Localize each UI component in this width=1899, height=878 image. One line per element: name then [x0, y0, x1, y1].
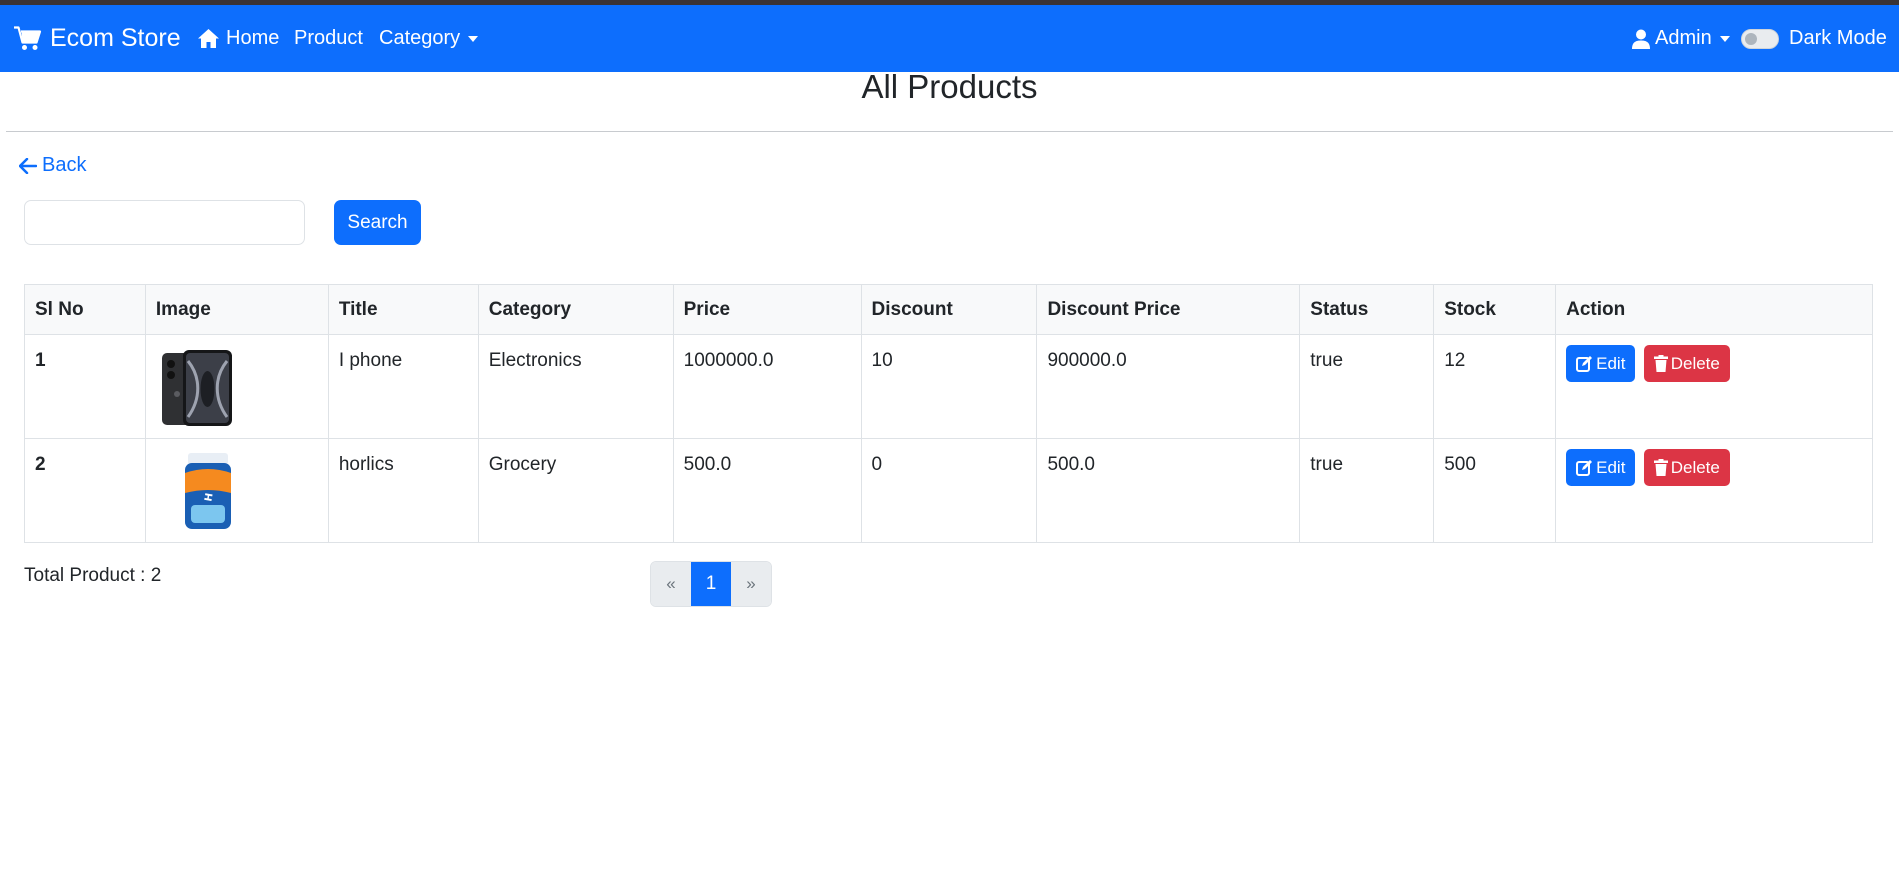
cell-price: 500.0	[672, 438, 862, 543]
cell-stock: 500	[1433, 438, 1557, 543]
navbar: Ecom Store Home Product Category Admin D…	[0, 5, 1899, 72]
nav-home[interactable]: Home	[197, 5, 279, 72]
column-header: Discount	[860, 284, 1038, 335]
edit-icon	[1576, 356, 1593, 372]
column-header: Stock	[1433, 284, 1557, 335]
edit-icon	[1576, 460, 1593, 476]
dark-mode-toggle[interactable]: Dark Mode	[1741, 5, 1887, 72]
cell-sl-no: 1	[24, 334, 146, 439]
nav-category-dropdown[interactable]: Category	[379, 5, 479, 72]
brand-link[interactable]: Ecom Store	[14, 5, 181, 72]
delete-button[interactable]: Delete	[1643, 449, 1730, 486]
divider	[6, 131, 1893, 132]
cell-image: H	[144, 438, 329, 543]
products-table: Sl No Image Title Category Price Discoun…	[24, 284, 1873, 543]
search-button[interactable]: Search	[334, 200, 421, 245]
edit-label: Edit	[1596, 457, 1626, 477]
back-label: Back	[42, 154, 87, 176]
column-header: Sl No	[24, 284, 146, 335]
cell-category: Grocery	[477, 438, 674, 543]
column-header: Category	[477, 284, 674, 335]
toggle-switch[interactable]	[1741, 28, 1779, 49]
column-header: Status	[1299, 284, 1435, 335]
horlicks-jar-image: H	[184, 453, 231, 529]
page-1-button[interactable]: 1	[691, 562, 731, 606]
delete-label: Delete	[1670, 457, 1720, 477]
admin-dropdown[interactable]: Admin	[1632, 5, 1730, 72]
next-page-button[interactable]: »	[731, 562, 771, 606]
edit-button[interactable]: Edit	[1566, 449, 1636, 486]
trash-icon	[1653, 459, 1668, 476]
cell-stock: 12	[1433, 334, 1557, 439]
column-header: Price	[672, 284, 862, 335]
previous-page-button[interactable]: «	[651, 562, 691, 606]
cell-title: I phone	[327, 334, 479, 439]
admin-label: Admin	[1655, 27, 1712, 49]
edit-label: Edit	[1596, 353, 1626, 373]
cell-price: 1000000.0	[672, 334, 862, 439]
table-row: 1 I phone Electronics 1000000.0 10 90000…	[24, 334, 1873, 439]
column-header: Image	[144, 284, 329, 335]
table-row: 2 H horlics Grocery 500.0 0 500.0 true 5…	[24, 438, 1873, 543]
cell-sl-no: 2	[24, 438, 146, 543]
column-header: Action	[1555, 284, 1873, 335]
cell-discount-price: 500.0	[1036, 438, 1301, 543]
trash-icon	[1653, 355, 1668, 372]
cell-discount-price: 900000.0	[1036, 334, 1301, 439]
pagination: « 1 »	[650, 561, 772, 607]
cart-icon	[14, 26, 42, 50]
home-icon	[198, 29, 219, 48]
column-header: Discount Price	[1036, 284, 1301, 335]
dark-mode-label: Dark Mode	[1789, 27, 1887, 49]
user-icon	[1632, 29, 1650, 49]
delete-label: Delete	[1670, 353, 1720, 373]
cell-image	[144, 334, 329, 439]
chevron-down-icon	[1719, 35, 1730, 42]
table-header-row: Sl No Image Title Category Price Discoun…	[24, 284, 1873, 335]
nav-home-label: Home	[226, 27, 280, 49]
cell-action: Edit Delete	[1555, 334, 1873, 439]
page-title: All Products	[861, 68, 1038, 105]
search-input[interactable]	[24, 200, 305, 245]
total-products: Total Product : 2	[24, 565, 162, 586]
arrow-left-icon	[19, 157, 37, 174]
chevron-down-icon	[468, 35, 479, 42]
cell-discount: 0	[860, 438, 1038, 543]
edit-button[interactable]: Edit	[1566, 345, 1636, 382]
cell-status: true	[1299, 334, 1435, 439]
cell-category: Electronics	[477, 334, 674, 439]
nav-category-label: Category	[379, 27, 461, 49]
column-header: Title	[327, 284, 479, 335]
cell-status: true	[1299, 438, 1435, 543]
cell-discount: 10	[860, 334, 1038, 439]
back-link[interactable]: Back	[19, 154, 86, 177]
brand-label: Ecom Store	[50, 24, 181, 52]
cell-action: Edit Delete	[1555, 438, 1873, 543]
delete-button[interactable]: Delete	[1643, 345, 1730, 382]
phone-image	[161, 350, 232, 426]
cell-title: horlics	[327, 438, 479, 543]
nav-product[interactable]: Product	[294, 5, 363, 72]
nav-product-label: Product	[294, 27, 363, 49]
